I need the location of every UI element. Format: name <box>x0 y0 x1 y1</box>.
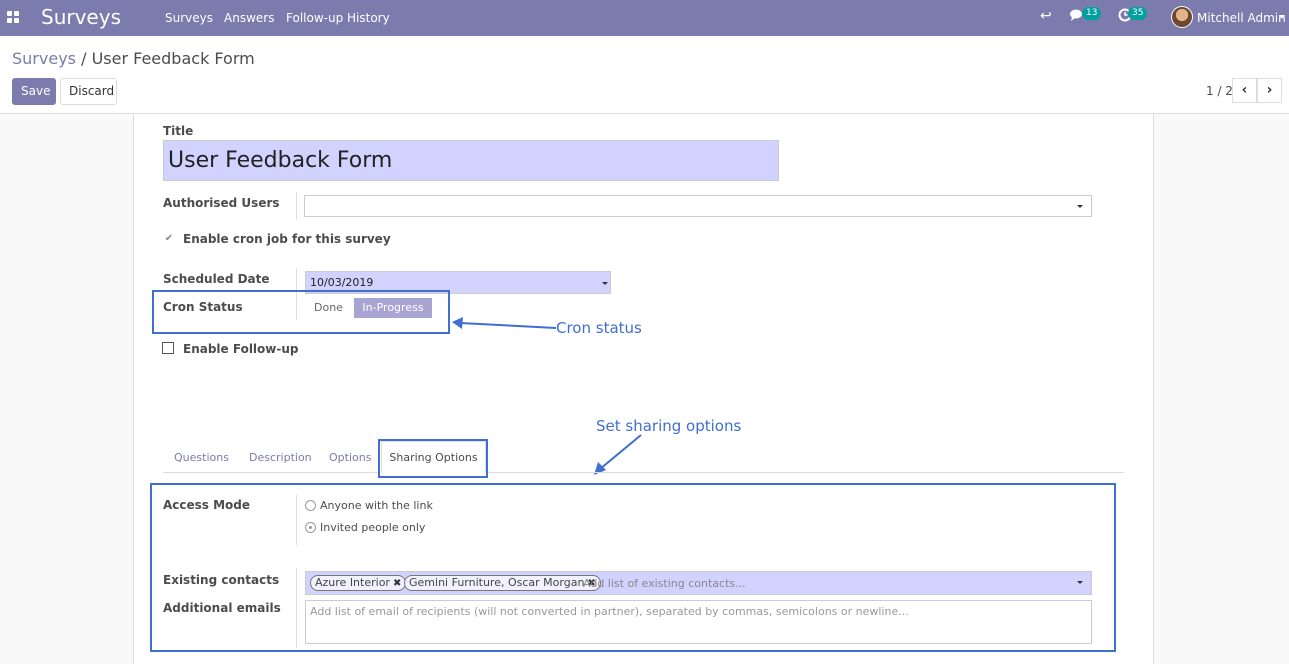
pager-value[interactable]: 1 / 2 <box>1206 84 1233 98</box>
user-avatar[interactable] <box>1171 6 1193 28</box>
access-invited-radio[interactable] <box>305 522 316 533</box>
authorised-users-select[interactable] <box>304 195 1092 217</box>
menu-followup-history[interactable]: Follow-up History <box>286 11 390 25</box>
user-menu-caret-icon[interactable] <box>1279 15 1285 19</box>
breadcrumb: Surveys / User Feedback Form <box>12 49 255 68</box>
tabs-divider <box>163 472 1124 473</box>
followup-checkbox[interactable] <box>162 342 174 354</box>
user-name[interactable]: Mitchell Admin <box>1197 11 1286 25</box>
app-name: Surveys <box>41 5 121 29</box>
access-invited-label[interactable]: Invited people only <box>320 521 425 534</box>
additional-emails-label: Additional emails <box>163 601 281 615</box>
reply-icon[interactable]: ↩ <box>1040 8 1052 24</box>
caret-down-icon <box>1077 205 1083 208</box>
existing-contacts-input[interactable]: Azure Interior ✖ Gemini Furniture, Oscar … <box>305 571 1092 595</box>
contacts-placeholder: Add list of existing contacts... <box>583 577 746 590</box>
remove-tag-icon[interactable]: ✖ <box>393 578 401 589</box>
contact-tag: Gemini Furniture, Oscar Morgan ✖ <box>404 575 601 591</box>
title-label: Title <box>163 124 194 138</box>
discard-button[interactable]: Discard <box>60 78 117 105</box>
breadcrumb-current: User Feedback Form <box>91 49 255 68</box>
breadcrumb-surveys-link[interactable]: Surveys <box>12 49 76 68</box>
annotation-arrow <box>452 317 557 329</box>
followup-label: Enable Follow-up <box>183 342 299 356</box>
cron-status-highlight-box <box>152 290 450 334</box>
scheduled-date-label: Scheduled Date <box>163 272 270 286</box>
save-button[interactable]: Save <box>12 78 56 105</box>
field-separator <box>296 495 297 545</box>
chevron-right-icon[interactable]: › <box>1257 78 1282 103</box>
cron-status-annotation: Cron status <box>556 319 642 337</box>
access-anyone-radio[interactable] <box>305 500 316 511</box>
messages-icon[interactable] <box>1069 8 1083 26</box>
control-panel: Surveys / User Feedback Form Save Discar… <box>0 36 1289 114</box>
chevron-left-icon[interactable]: ‹ <box>1232 78 1257 103</box>
existing-contacts-label: Existing contacts <box>163 573 280 587</box>
sharing-tab-highlight-box <box>378 439 488 478</box>
menu-answers[interactable]: Answers <box>224 11 274 25</box>
contact-tag-label: Azure Interior <box>315 576 390 589</box>
breadcrumb-separator: / <box>81 49 87 68</box>
field-separator <box>296 568 297 648</box>
caret-down-icon <box>1077 581 1083 584</box>
apps-menu-icon[interactable] <box>7 11 19 23</box>
menu-surveys[interactable]: Surveys <box>165 11 213 25</box>
access-mode-label: Access Mode <box>163 498 251 512</box>
additional-emails-textarea[interactable]: Add list of email of recipients (will no… <box>305 600 1092 644</box>
messages-count-badge: 13 <box>1082 7 1102 20</box>
tab-questions[interactable]: Questions <box>174 451 229 464</box>
tab-options[interactable]: Options <box>329 451 371 464</box>
top-navbar: Surveys Surveys Answers Follow-up Histor… <box>0 0 1289 36</box>
tab-description[interactable]: Description <box>249 451 312 464</box>
checkmark-icon[interactable]: ✔ <box>163 233 175 245</box>
field-separator <box>296 192 297 220</box>
title-input[interactable]: User Feedback Form <box>163 140 779 181</box>
contact-tag: Azure Interior ✖ <box>310 575 407 591</box>
cron-checkbox-label: Enable cron job for this survey <box>183 232 391 246</box>
authorised-users-label: Authorised Users <box>163 196 280 210</box>
access-anyone-label[interactable]: Anyone with the link <box>320 499 433 512</box>
contact-tag-label: Gemini Furniture, Oscar Morgan <box>409 576 585 589</box>
caret-down-icon <box>602 282 608 285</box>
activities-count-badge: 35 <box>1128 7 1148 20</box>
